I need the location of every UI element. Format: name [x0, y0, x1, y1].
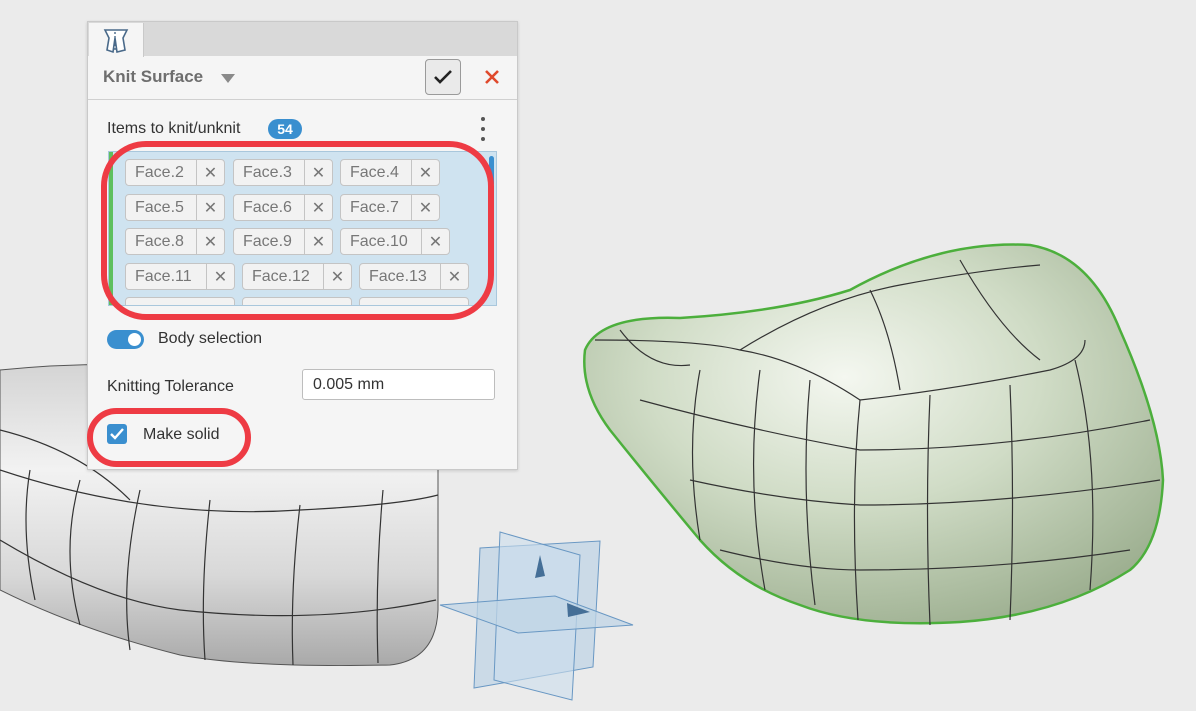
knitting-tolerance-label: Knitting Tolerance [107, 378, 234, 395]
green-knitted-model[interactable] [583, 243, 1165, 626]
checkmark-icon [434, 70, 452, 84]
close-button[interactable] [480, 65, 504, 89]
knit-surface-icon [103, 29, 129, 54]
dialog-title: Knit Surface [103, 67, 204, 86]
axis-system-planes[interactable] [439, 531, 634, 701]
body-selection-toggle[interactable] [107, 330, 144, 349]
items-count-badge: 54 [268, 119, 302, 139]
more-options-icon[interactable] [478, 117, 488, 141]
knitting-tolerance-input[interactable] [302, 369, 495, 400]
dialog-header: Knit Surface [88, 57, 517, 100]
dialog-tab-strip [88, 22, 517, 57]
items-label: Items to knit/unknit [107, 120, 241, 137]
close-x-icon [485, 70, 499, 84]
annotation-ring-items [101, 141, 494, 320]
chevron-down-icon[interactable] [221, 74, 235, 83]
tab-knit-surface[interactable] [89, 23, 144, 57]
body-selection-label: Body selection [158, 330, 263, 347]
annotation-ring-make-solid [87, 408, 251, 467]
ok-button[interactable] [425, 59, 461, 95]
